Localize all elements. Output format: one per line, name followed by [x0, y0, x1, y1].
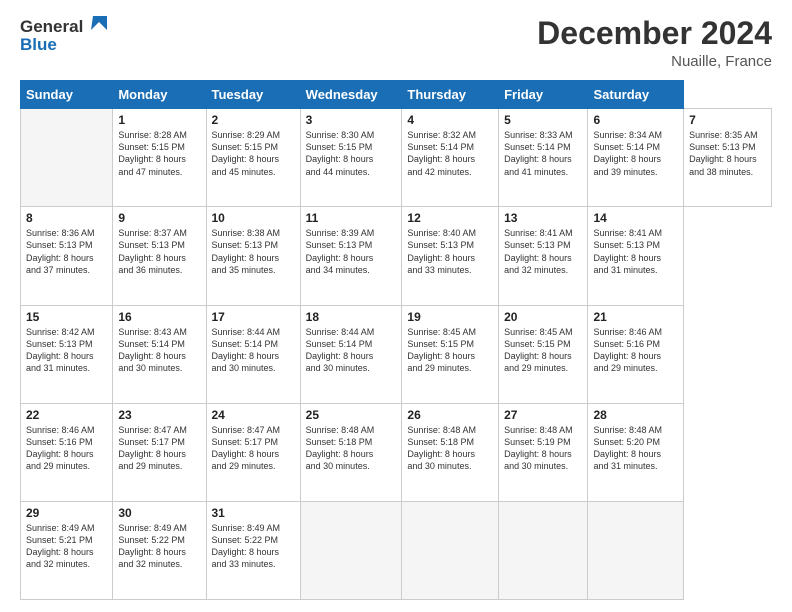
empty-cell	[300, 501, 402, 599]
col-saturday: Saturday	[588, 81, 684, 109]
calendar-title: December 2024	[537, 16, 772, 51]
table-row: 21Sunrise: 8:46 AMSunset: 5:16 PMDayligh…	[588, 305, 684, 403]
table-row: 30Sunrise: 8:49 AMSunset: 5:22 PMDayligh…	[113, 501, 206, 599]
table-row: 24Sunrise: 8:47 AMSunset: 5:17 PMDayligh…	[206, 403, 300, 501]
table-row: 2Sunrise: 8:29 AMSunset: 5:15 PMDaylight…	[206, 109, 300, 207]
table-row: 23Sunrise: 8:47 AMSunset: 5:17 PMDayligh…	[113, 403, 206, 501]
col-friday: Friday	[499, 81, 588, 109]
empty-cell	[588, 501, 684, 599]
table-row: 22Sunrise: 8:46 AMSunset: 5:16 PMDayligh…	[21, 403, 113, 501]
table-row: 7Sunrise: 8:35 AMSunset: 5:13 PMDaylight…	[684, 109, 772, 207]
table-row: 17Sunrise: 8:44 AMSunset: 5:14 PMDayligh…	[206, 305, 300, 403]
calendar-table: Sunday Monday Tuesday Wednesday Thursday…	[20, 80, 772, 600]
table-row: 25Sunrise: 8:48 AMSunset: 5:18 PMDayligh…	[300, 403, 402, 501]
table-row: 1Sunrise: 8:28 AMSunset: 5:15 PMDaylight…	[113, 109, 206, 207]
table-row: 27Sunrise: 8:48 AMSunset: 5:19 PMDayligh…	[499, 403, 588, 501]
col-tuesday: Tuesday	[206, 81, 300, 109]
table-row: 9Sunrise: 8:37 AMSunset: 5:13 PMDaylight…	[113, 207, 206, 305]
table-row: 26Sunrise: 8:48 AMSunset: 5:18 PMDayligh…	[402, 403, 499, 501]
table-row: 19Sunrise: 8:45 AMSunset: 5:15 PMDayligh…	[402, 305, 499, 403]
table-row: 31Sunrise: 8:49 AMSunset: 5:22 PMDayligh…	[206, 501, 300, 599]
table-row: 4Sunrise: 8:32 AMSunset: 5:14 PMDaylight…	[402, 109, 499, 207]
calendar-page: General Blue December 2024 Nuaille, Fran…	[0, 0, 792, 612]
week-row-2: 8Sunrise: 8:36 AMSunset: 5:13 PMDaylight…	[21, 207, 772, 305]
empty-cell	[402, 501, 499, 599]
col-thursday: Thursday	[402, 81, 499, 109]
header: General Blue December 2024 Nuaille, Fran…	[20, 16, 772, 70]
title-block: December 2024 Nuaille, France	[537, 16, 772, 70]
table-row: 6Sunrise: 8:34 AMSunset: 5:14 PMDaylight…	[588, 109, 684, 207]
calendar-subtitle: Nuaille, France	[537, 53, 772, 70]
col-monday: Monday	[113, 81, 206, 109]
table-row: 15Sunrise: 8:42 AMSunset: 5:13 PMDayligh…	[21, 305, 113, 403]
empty-cell	[21, 109, 113, 207]
table-row: 10Sunrise: 8:38 AMSunset: 5:13 PMDayligh…	[206, 207, 300, 305]
empty-cell	[499, 501, 588, 599]
logo-blue: Blue	[20, 36, 57, 55]
table-row: 18Sunrise: 8:44 AMSunset: 5:14 PMDayligh…	[300, 305, 402, 403]
col-sunday: Sunday	[21, 81, 113, 109]
header-row: Sunday Monday Tuesday Wednesday Thursday…	[21, 81, 772, 109]
table-row: 28Sunrise: 8:48 AMSunset: 5:20 PMDayligh…	[588, 403, 684, 501]
table-row: 12Sunrise: 8:40 AMSunset: 5:13 PMDayligh…	[402, 207, 499, 305]
week-row-4: 22Sunrise: 8:46 AMSunset: 5:16 PMDayligh…	[21, 403, 772, 501]
table-row: 14Sunrise: 8:41 AMSunset: 5:13 PMDayligh…	[588, 207, 684, 305]
table-row: 13Sunrise: 8:41 AMSunset: 5:13 PMDayligh…	[499, 207, 588, 305]
logo: General Blue	[20, 16, 107, 55]
table-row: 8Sunrise: 8:36 AMSunset: 5:13 PMDaylight…	[21, 207, 113, 305]
col-wednesday: Wednesday	[300, 81, 402, 109]
table-row: 29Sunrise: 8:49 AMSunset: 5:21 PMDayligh…	[21, 501, 113, 599]
week-row-5: 29Sunrise: 8:49 AMSunset: 5:21 PMDayligh…	[21, 501, 772, 599]
table-row: 3Sunrise: 8:30 AMSunset: 5:15 PMDaylight…	[300, 109, 402, 207]
logo-arrow-icon	[85, 16, 107, 38]
week-row-3: 15Sunrise: 8:42 AMSunset: 5:13 PMDayligh…	[21, 305, 772, 403]
logo-general: General	[20, 18, 83, 37]
table-row: 5Sunrise: 8:33 AMSunset: 5:14 PMDaylight…	[499, 109, 588, 207]
table-row: 20Sunrise: 8:45 AMSunset: 5:15 PMDayligh…	[499, 305, 588, 403]
week-row-1: 1Sunrise: 8:28 AMSunset: 5:15 PMDaylight…	[21, 109, 772, 207]
table-row: 11Sunrise: 8:39 AMSunset: 5:13 PMDayligh…	[300, 207, 402, 305]
table-row: 16Sunrise: 8:43 AMSunset: 5:14 PMDayligh…	[113, 305, 206, 403]
